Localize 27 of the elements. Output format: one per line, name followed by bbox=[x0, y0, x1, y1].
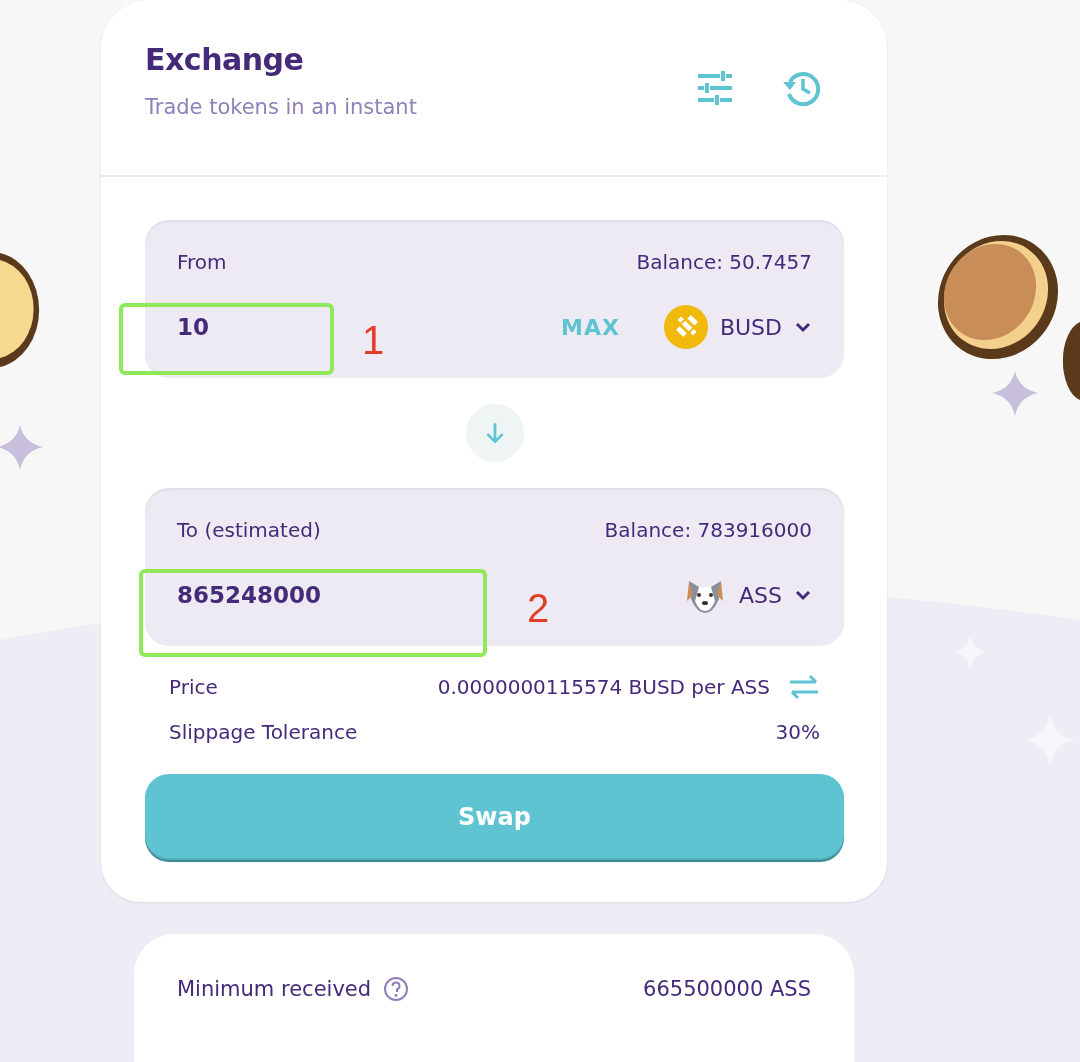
page-subtitle: Trade tokens in an instant bbox=[145, 95, 417, 119]
price-value: 0.0000000115574 BUSD per ASS bbox=[437, 675, 770, 699]
caret-icon bbox=[794, 321, 812, 333]
token-icon bbox=[663, 305, 708, 349]
annotation-number: 1 bbox=[362, 318, 385, 363]
balance-text: Balance: 783916000 bbox=[604, 518, 812, 542]
caret-icon bbox=[794, 589, 812, 601]
page-title: Exchange bbox=[145, 42, 305, 77]
slippage-value: 30% bbox=[775, 720, 820, 744]
amount-field[interactable]: 865248000 bbox=[177, 582, 477, 608]
price-label: Price bbox=[169, 675, 218, 699]
balance-text: Balance: 50.7457 bbox=[636, 250, 812, 274]
slippage-label: Slippage Tolerance bbox=[169, 720, 358, 744]
minimum-received-value: 665500000 ASS bbox=[643, 977, 811, 1001]
panel-label: To (estimated) bbox=[177, 518, 321, 542]
sparkle-icon bbox=[992, 371, 1038, 416]
sparkle-icon bbox=[0, 425, 43, 470]
token-selector[interactable]: BUSD bbox=[663, 305, 812, 349]
token-selector[interactable]: ASS bbox=[683, 573, 812, 617]
settings-icon bbox=[695, 68, 735, 108]
settings-button[interactable] bbox=[695, 68, 735, 108]
swap-arrows-icon bbox=[788, 674, 820, 700]
panel-label: From bbox=[177, 250, 227, 274]
annotation-number: 2 bbox=[527, 586, 550, 631]
help-icon bbox=[383, 976, 410, 1002]
minimum-received-label: Minimum received bbox=[177, 977, 372, 1001]
switch-price-button[interactable] bbox=[788, 674, 820, 700]
